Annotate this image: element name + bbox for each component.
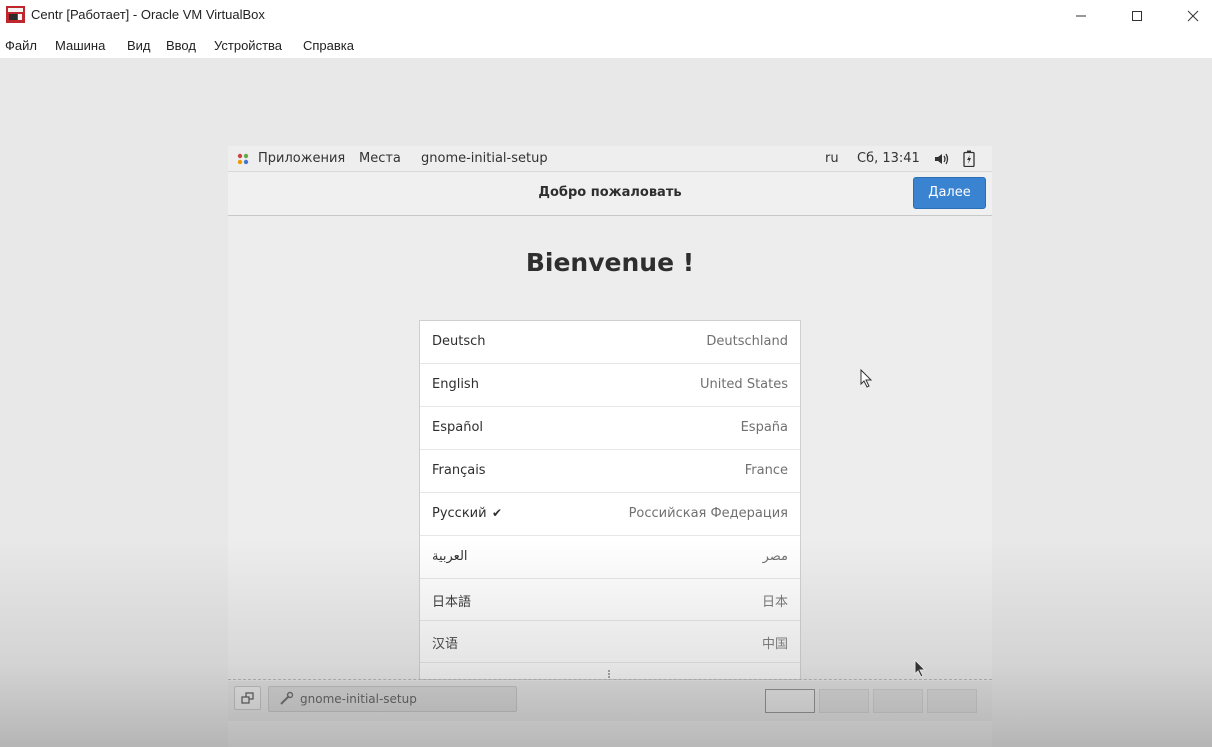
gnome-top-bar: Приложения Места gnome-initial-setup ru … <box>228 146 992 172</box>
more-languages-icon[interactable] <box>606 670 612 678</box>
page-title: Добро пожаловать <box>538 185 682 200</box>
language-row-francais[interactable]: Français France <box>420 450 800 493</box>
language-name: Français <box>432 463 486 478</box>
window-titlebar: Centr [Работает] - Oracle VM VirtualBox <box>0 0 1212 32</box>
tools-icon <box>280 691 294 705</box>
language-name: Русский <box>432 506 487 521</box>
speaker-icon[interactable] <box>934 152 949 166</box>
window-title: Centr [Работает] - Oracle VM VirtualBox <box>31 7 265 22</box>
taskbar-item[interactable]: gnome-initial-setup <box>268 686 517 712</box>
workspace-1[interactable] <box>765 689 815 713</box>
virtualbox-logo-icon <box>6 6 25 23</box>
menu-devices[interactable]: Устройства <box>214 38 282 53</box>
language-row-deutsch[interactable]: Deutsch Deutschland <box>420 321 800 364</box>
language-row-russian[interactable]: Русский ✔ Российская Федерация <box>420 493 800 536</box>
language-row-japanese[interactable]: 日本語 日本 <box>420 578 800 621</box>
vm-display[interactable]: Приложения Места gnome-initial-setup ru … <box>0 58 1212 747</box>
workspace-2[interactable] <box>819 689 869 713</box>
welcome-heading: Bienvenue ! <box>525 248 695 277</box>
language-row-english[interactable]: English United States <box>420 364 800 407</box>
app-menu[interactable]: gnome-initial-setup <box>421 151 548 166</box>
divider <box>228 679 992 680</box>
language-row-chinese[interactable]: 汉语 中国 <box>420 620 800 663</box>
next-button[interactable]: Далее <box>913 177 986 209</box>
desktop-icon <box>241 691 254 704</box>
checkmark-icon: ✔ <box>492 506 503 520</box>
host-cursor-icon <box>914 659 927 678</box>
mouse-cursor-icon <box>860 369 873 388</box>
minimize-button[interactable] <box>1058 0 1104 32</box>
battery-icon[interactable] <box>963 150 975 167</box>
language-region: España <box>740 420 788 435</box>
maximize-button[interactable] <box>1114 0 1160 32</box>
menubar: Файл Машина Вид Ввод Устройства Справка <box>0 32 1212 58</box>
language-region: مصر <box>762 549 788 564</box>
close-button[interactable] <box>1170 0 1212 32</box>
clock[interactable]: Сб, 13:41 <box>857 151 920 166</box>
header-bar: Добро пожаловать Далее <box>228 172 992 216</box>
language-row-espanol[interactable]: Español España <box>420 407 800 450</box>
language-name: العربية <box>432 549 468 564</box>
language-region: United States <box>699 377 788 392</box>
language-name: English <box>432 377 479 392</box>
places-menu[interactable]: Места <box>359 151 401 166</box>
keyboard-layout-indicator[interactable]: ru <box>825 151 839 166</box>
menu-input[interactable]: Ввод <box>166 38 196 53</box>
menu-file[interactable]: Файл <box>5 38 37 53</box>
menu-machine[interactable]: Машина <box>55 38 105 53</box>
menu-help[interactable]: Справка <box>303 38 354 53</box>
language-region: 日本 <box>761 595 788 610</box>
language-name: Deutsch <box>432 334 486 349</box>
language-name: 日本語 <box>432 595 472 610</box>
maximize-icon <box>1132 11 1142 21</box>
language-name: 汉语 <box>432 637 459 652</box>
show-desktop-button[interactable] <box>234 686 261 710</box>
language-row-arabic[interactable]: العربية مصر <box>420 536 800 579</box>
language-list[interactable]: Deutsch Deutschland English United State… <box>419 320 801 680</box>
close-icon <box>1187 10 1199 22</box>
language-name: Español <box>432 420 484 435</box>
guest-screen[interactable]: Приложения Места gnome-initial-setup ru … <box>228 146 992 747</box>
workspace-4[interactable] <box>927 689 977 713</box>
taskbar-item-label: gnome-initial-setup <box>300 692 417 706</box>
language-region: France <box>744 463 788 478</box>
language-region: Российская Федерация <box>628 506 788 521</box>
language-region: 中国 <box>761 637 788 652</box>
language-region: Deutschland <box>706 334 788 349</box>
workspace-3[interactable] <box>873 689 923 713</box>
applications-icon <box>237 153 249 165</box>
window-list-bar: gnome-initial-setup <box>228 681 992 721</box>
menu-view[interactable]: Вид <box>127 38 151 53</box>
applications-menu[interactable]: Приложения <box>258 151 345 166</box>
minimize-icon <box>1076 15 1086 17</box>
